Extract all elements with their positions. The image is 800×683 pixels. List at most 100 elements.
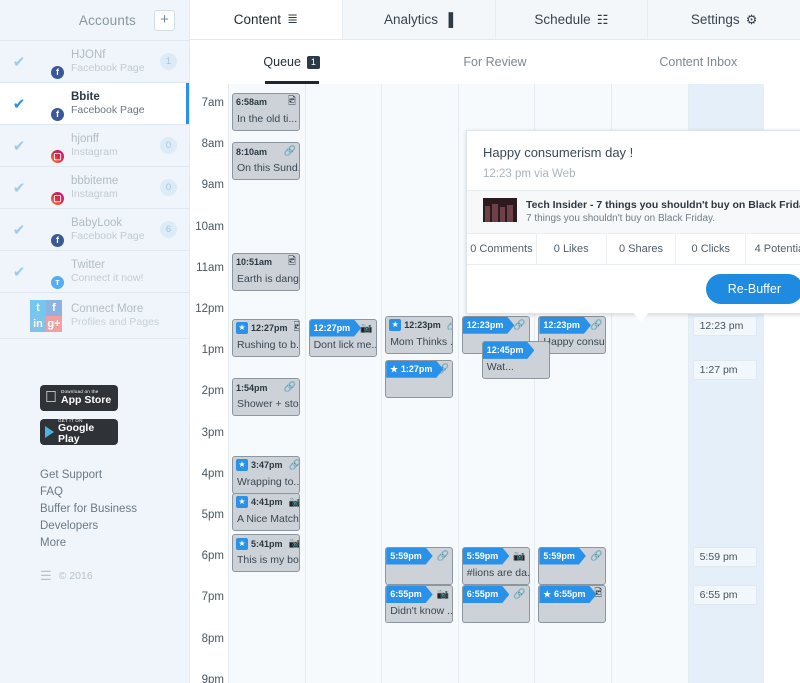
post-time: 8:10am (236, 146, 268, 157)
app-store-button[interactable]:  Download on the App Store (40, 385, 118, 411)
account-item-bbbiteme[interactable]: ✔ ▢ bbbiteme Instagram 0 (0, 167, 189, 209)
image-icon: 🖻 (294, 320, 299, 337)
post-card[interactable]: 8:10am 🔗 On this Sund... (232, 142, 300, 181)
google-play-button[interactable]: GET IT ON Google Play (40, 418, 118, 445)
link-text: Tech Insider - 7 things you shouldn't bu… (526, 198, 800, 226)
post-card[interactable]: ★ 6:55pm 🖻 (538, 584, 607, 623)
account-check-icon[interactable]: ✔ (8, 263, 30, 281)
footer-link-buffer-for-business[interactable]: Buffer for Business (40, 501, 189, 518)
account-type: Facebook Page (71, 62, 145, 75)
avatar: f (30, 46, 65, 80)
layers-icon: ≣ (287, 11, 298, 26)
post-detail-popup[interactable]: Happy consumerism day ! 12:23 pm via Web… (466, 130, 800, 322)
post-card[interactable]: ★ 4:41pm 📷 A Nice Match! (232, 492, 300, 531)
post-time: 6:58am (236, 97, 268, 108)
post-card[interactable]: 12:45pm Wat... (481, 340, 550, 379)
account-check-icon[interactable]: ✔ (8, 221, 30, 239)
slot-time-chip[interactable]: 5:59 pm (692, 546, 758, 567)
post-text: Dont lick me... (313, 338, 376, 351)
slot-time-chip[interactable]: 6:55 pm (692, 584, 758, 605)
subtab-for-review[interactable]: For Review (393, 40, 596, 84)
account-item-twitter[interactable]: ✔ ᴛ Twitter Connect it now! (0, 251, 189, 293)
post-time: 5:59pm (466, 551, 499, 561)
post-card[interactable]: ★1:27pm🔗 (385, 359, 454, 398)
post-card[interactable]: 12:27pm 📷 Dont lick me... (308, 318, 377, 357)
connect-more-subtitle: Profiles and Pages (71, 316, 160, 329)
facebook-badge-icon: f (50, 106, 65, 122)
post-time: 6:55pm (554, 589, 586, 600)
account-check-icon[interactable]: ✔ (8, 137, 30, 155)
link-icon: 🔗 (589, 319, 603, 331)
re-buffer-button[interactable]: Re-Buffer (705, 273, 800, 304)
facebook-badge-icon: f (50, 64, 65, 80)
post-card[interactable]: 5:59pm 🔗 (538, 546, 607, 585)
account-check-icon[interactable]: ✔ (8, 53, 30, 71)
connect-more-item[interactable]: t f in g+ Connect More Profiles and Page… (0, 293, 189, 339)
accounts-header: Accounts + (0, 0, 189, 40)
post-time: 1:54pm (236, 382, 268, 393)
hour-label-5pm: 5pm (201, 509, 224, 521)
post-time: 12:23pm (404, 320, 441, 331)
footer-link-faq[interactable]: FAQ (40, 484, 189, 501)
footer-link-developers[interactable]: Developers (40, 518, 189, 535)
image-icon: 🖻 (287, 255, 296, 267)
googleplus-tile: g+ (46, 315, 62, 332)
post-card[interactable]: 5:59pm 📷 #lions are da... (461, 546, 530, 585)
facebook-tile: f (46, 299, 62, 316)
post-card[interactable]: ★ 3:47pm 🔗 Wrapping to... (232, 455, 300, 494)
calendar-icon: ☷ (596, 11, 609, 27)
linkedin-tile: in (30, 315, 46, 332)
nav-tab-schedule[interactable]: Schedule ☷ (496, 0, 649, 39)
post-text: This is my bo... (237, 554, 299, 567)
video-icon: 📷 (513, 550, 526, 562)
slot-time-chip[interactable]: 12:23 pm (692, 315, 758, 336)
add-account-button[interactable]: + (154, 9, 175, 31)
barchart-icon: ▐ (444, 12, 454, 27)
star-icon: ★ (236, 322, 248, 335)
video-icon: 📷 (288, 538, 300, 550)
link-title: Tech Insider - 7 things you shouldn't bu… (526, 199, 800, 211)
account-name: Bbite (71, 90, 100, 103)
account-item-hjonff[interactable]: ✔ ▢ hjonff Instagram 0 (0, 125, 189, 167)
post-text: Rushing to b... (237, 338, 299, 351)
hour-label-6pm: 6pm (201, 550, 224, 563)
post-card[interactable]: 1:54pm 🔗 Shower + sto... (232, 378, 300, 417)
slot-time-chip[interactable]: 1:27 pm (692, 359, 758, 380)
post-time-flag: 12:27pm (310, 320, 362, 337)
post-card[interactable]: 6:55pm 📷 Didn't know ... (385, 584, 454, 623)
post-card[interactable]: 10:51am 🖻 Earth is dang... (232, 252, 300, 291)
account-type: Facebook Page (71, 230, 145, 243)
subtab-queue[interactable]: Queue 1 (190, 40, 393, 84)
account-check-icon[interactable]: ✔ (8, 179, 30, 197)
popup-actions: Re-Buffer (467, 265, 800, 313)
post-card[interactable]: ★5:41pm 📷 This is my bo... (232, 534, 300, 573)
calendar-column-1[interactable] (304, 84, 382, 683)
subtab-content-inbox[interactable]: Content Inbox (597, 40, 800, 84)
nav-tab-analytics[interactable]: Analytics ▐ (343, 0, 496, 39)
nav-tab-content[interactable]: Content ≣ (190, 0, 343, 39)
account-check-icon[interactable]: ✔ (8, 95, 30, 113)
post-text (386, 565, 452, 567)
post-card[interactable]: ★12:23pm 🔗 Mom Thinks ... (385, 315, 454, 354)
hour-label-7am: 7am (201, 97, 224, 109)
link-icon: 🔗 (513, 319, 526, 331)
account-item-babylook[interactable]: ✔ f BabyLook Facebook Page 6 (0, 209, 189, 251)
post-card[interactable]: 5:59pm 🔗 (385, 546, 454, 585)
post-card[interactable]: ★12:27pm 🖻Rushing to b... (232, 318, 300, 357)
nav-tab-settings[interactable]: Settings ⚙ (648, 0, 800, 39)
video-icon: 📷 (360, 322, 373, 334)
popup-link-preview[interactable]: Tech Insider - 7 things you shouldn't bu… (467, 190, 800, 234)
link-icon: 🔗 (283, 146, 296, 158)
footer-link-get-support[interactable]: Get Support (40, 467, 189, 484)
post-card[interactable]: 6:58am 🖻 In the old ti... (232, 92, 300, 131)
facebook-badge-icon: f (50, 232, 65, 248)
account-type: Facebook Page (71, 104, 145, 117)
social-networks-icon: t f in g+ (30, 299, 62, 332)
twitter-badge-icon: ᴛ (50, 274, 65, 290)
hour-label-3pm: 3pm (201, 426, 224, 439)
post-text: On this Sund... (237, 162, 299, 175)
account-item-bbite[interactable]: ✔ f Bbite Facebook Page (0, 83, 189, 125)
account-item-hjonf[interactable]: ✔ f HJONf Facebook Page 1 (0, 41, 189, 83)
post-card[interactable]: 6:55pm 🔗 (461, 584, 530, 623)
footer-link-more[interactable]: More (40, 535, 189, 552)
